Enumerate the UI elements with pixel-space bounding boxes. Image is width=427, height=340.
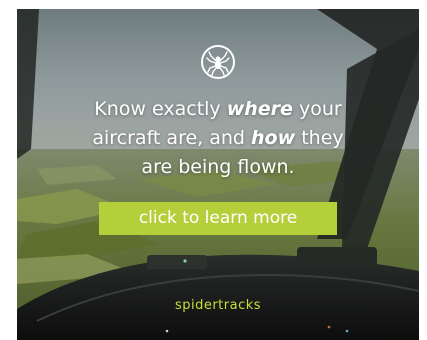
advertisement-banner[interactable]: Know exactly where your aircraft are, an… bbox=[17, 9, 419, 340]
headline-text: Know exactly bbox=[94, 98, 227, 120]
headline-text: your bbox=[292, 98, 342, 120]
learn-more-button[interactable]: click to learn more bbox=[99, 202, 337, 235]
headline-text: they bbox=[295, 127, 344, 149]
headline-text: aircraft are, and bbox=[92, 127, 252, 149]
headline-line-3: are being flown. bbox=[141, 156, 295, 178]
headline-emphasis-where: where bbox=[226, 98, 293, 120]
headline-line-1: Know exactly where your bbox=[17, 95, 419, 124]
spider-icon bbox=[199, 43, 237, 81]
brand-logo-text: spidertracks bbox=[174, 298, 262, 313]
headline-emphasis-how: how bbox=[251, 127, 296, 149]
headline-line-2: aircraft are, and how they bbox=[17, 124, 419, 153]
headline: Know exactly where your aircraft are, an… bbox=[17, 95, 419, 182]
